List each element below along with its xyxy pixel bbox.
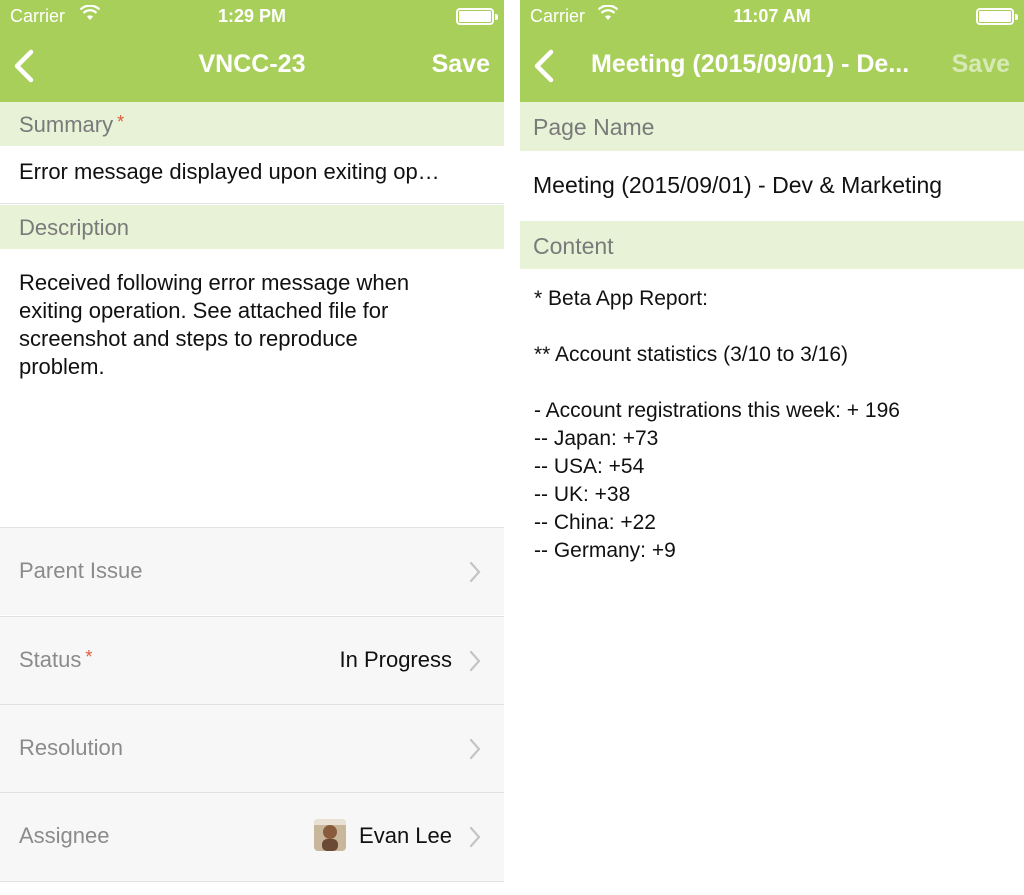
required-mark: * (117, 112, 125, 132)
battery-icon (976, 8, 1018, 25)
chevron-right-icon (469, 738, 481, 760)
status-time: 11:07 AM (733, 6, 811, 26)
description-line: screenshot and steps to reproduce (19, 326, 358, 351)
parent-issue-label: Parent Issue (19, 558, 143, 583)
save-button[interactable]: Save (952, 50, 1010, 79)
wiki-edit-screen: Carrier 11:07 AM Meeting (2015/09/01) - … (520, 0, 1024, 895)
back-chevron-icon[interactable] (532, 48, 556, 84)
resolution-row[interactable]: Resolution (0, 704, 504, 792)
assignee-row[interactable]: Assignee Evan Lee (0, 792, 504, 882)
back-chevron-icon[interactable] (12, 48, 36, 84)
content-line: -- UK: +38 (534, 483, 631, 506)
content-line: -- Japan: +73 (534, 427, 659, 450)
content-field[interactable]: * Beta App Report: ** Account statistics… (520, 269, 1024, 895)
page-title: Meeting (2015/09/01) - De... (591, 50, 910, 78)
content-section-header: Content (520, 221, 1024, 269)
content-line: ** Account statistics (3/10 to 3/16) (534, 343, 848, 366)
summary-label: Summary (19, 112, 114, 137)
description-label: Description (19, 215, 130, 240)
assignee-label: Assignee (19, 823, 110, 848)
status-row[interactable]: Status * In Progress (0, 616, 504, 704)
content-line: - Account registrations this week: + 196 (534, 399, 900, 422)
avatar (314, 819, 346, 851)
summary-field[interactable]: Error message displayed upon exiting op… (0, 146, 504, 204)
page-name-label: Page Name (533, 114, 655, 140)
wifi-icon (598, 5, 618, 20)
wifi-icon (80, 5, 100, 20)
assignee-value: Evan Lee (359, 823, 452, 848)
resolution-label: Resolution (19, 735, 123, 760)
screen-divider (504, 0, 520, 895)
content-label: Content (533, 233, 614, 259)
description-field[interactable]: Received following error message when ex… (0, 249, 504, 527)
nav-bar: Carrier 1:29 PM VNCC-23 Save (0, 0, 504, 102)
page-name-section-header: Page Name (520, 102, 1024, 151)
content-line: -- USA: +54 (534, 455, 645, 478)
issue-edit-screen: Carrier 1:29 PM VNCC-23 Save Summary * Er… (0, 0, 504, 895)
page-name-field[interactable]: Meeting (2015/09/01) - Dev & Marketing (520, 151, 1024, 221)
content-line: * Beta App Report: (534, 287, 708, 310)
carrier-label: Carrier (530, 6, 586, 26)
status-label-wrap: Status * (19, 647, 92, 673)
carrier-label: Carrier (10, 6, 66, 26)
description-line: exiting operation. See attached file for (19, 298, 389, 323)
content-line: -- Germany: +9 (534, 539, 676, 562)
chevron-right-icon (469, 826, 481, 848)
parent-issue-row[interactable]: Parent Issue (0, 527, 504, 615)
description-line: Received following error message when (19, 270, 410, 295)
nav-bar: Carrier 11:07 AM Meeting (2015/09/01) - … (520, 0, 1024, 102)
description-line: problem. (19, 354, 105, 379)
page-title: VNCC-23 (198, 50, 306, 78)
status-label: Status (19, 647, 82, 672)
battery-icon (456, 8, 498, 25)
status-bar: Carrier 11:07 AM (520, 0, 1024, 32)
summary-section-header: Summary * (0, 102, 504, 146)
status-value: In Progress (339, 647, 453, 672)
status-bar: Carrier 1:29 PM (0, 0, 504, 32)
chevron-right-icon (469, 650, 481, 672)
status-time: 1:29 PM (217, 6, 287, 26)
description-section-header: Description (0, 205, 504, 249)
chevron-right-icon (469, 561, 481, 583)
required-mark: * (85, 647, 93, 667)
save-button[interactable]: Save (432, 50, 490, 79)
content-line: -- China: +22 (534, 511, 656, 534)
